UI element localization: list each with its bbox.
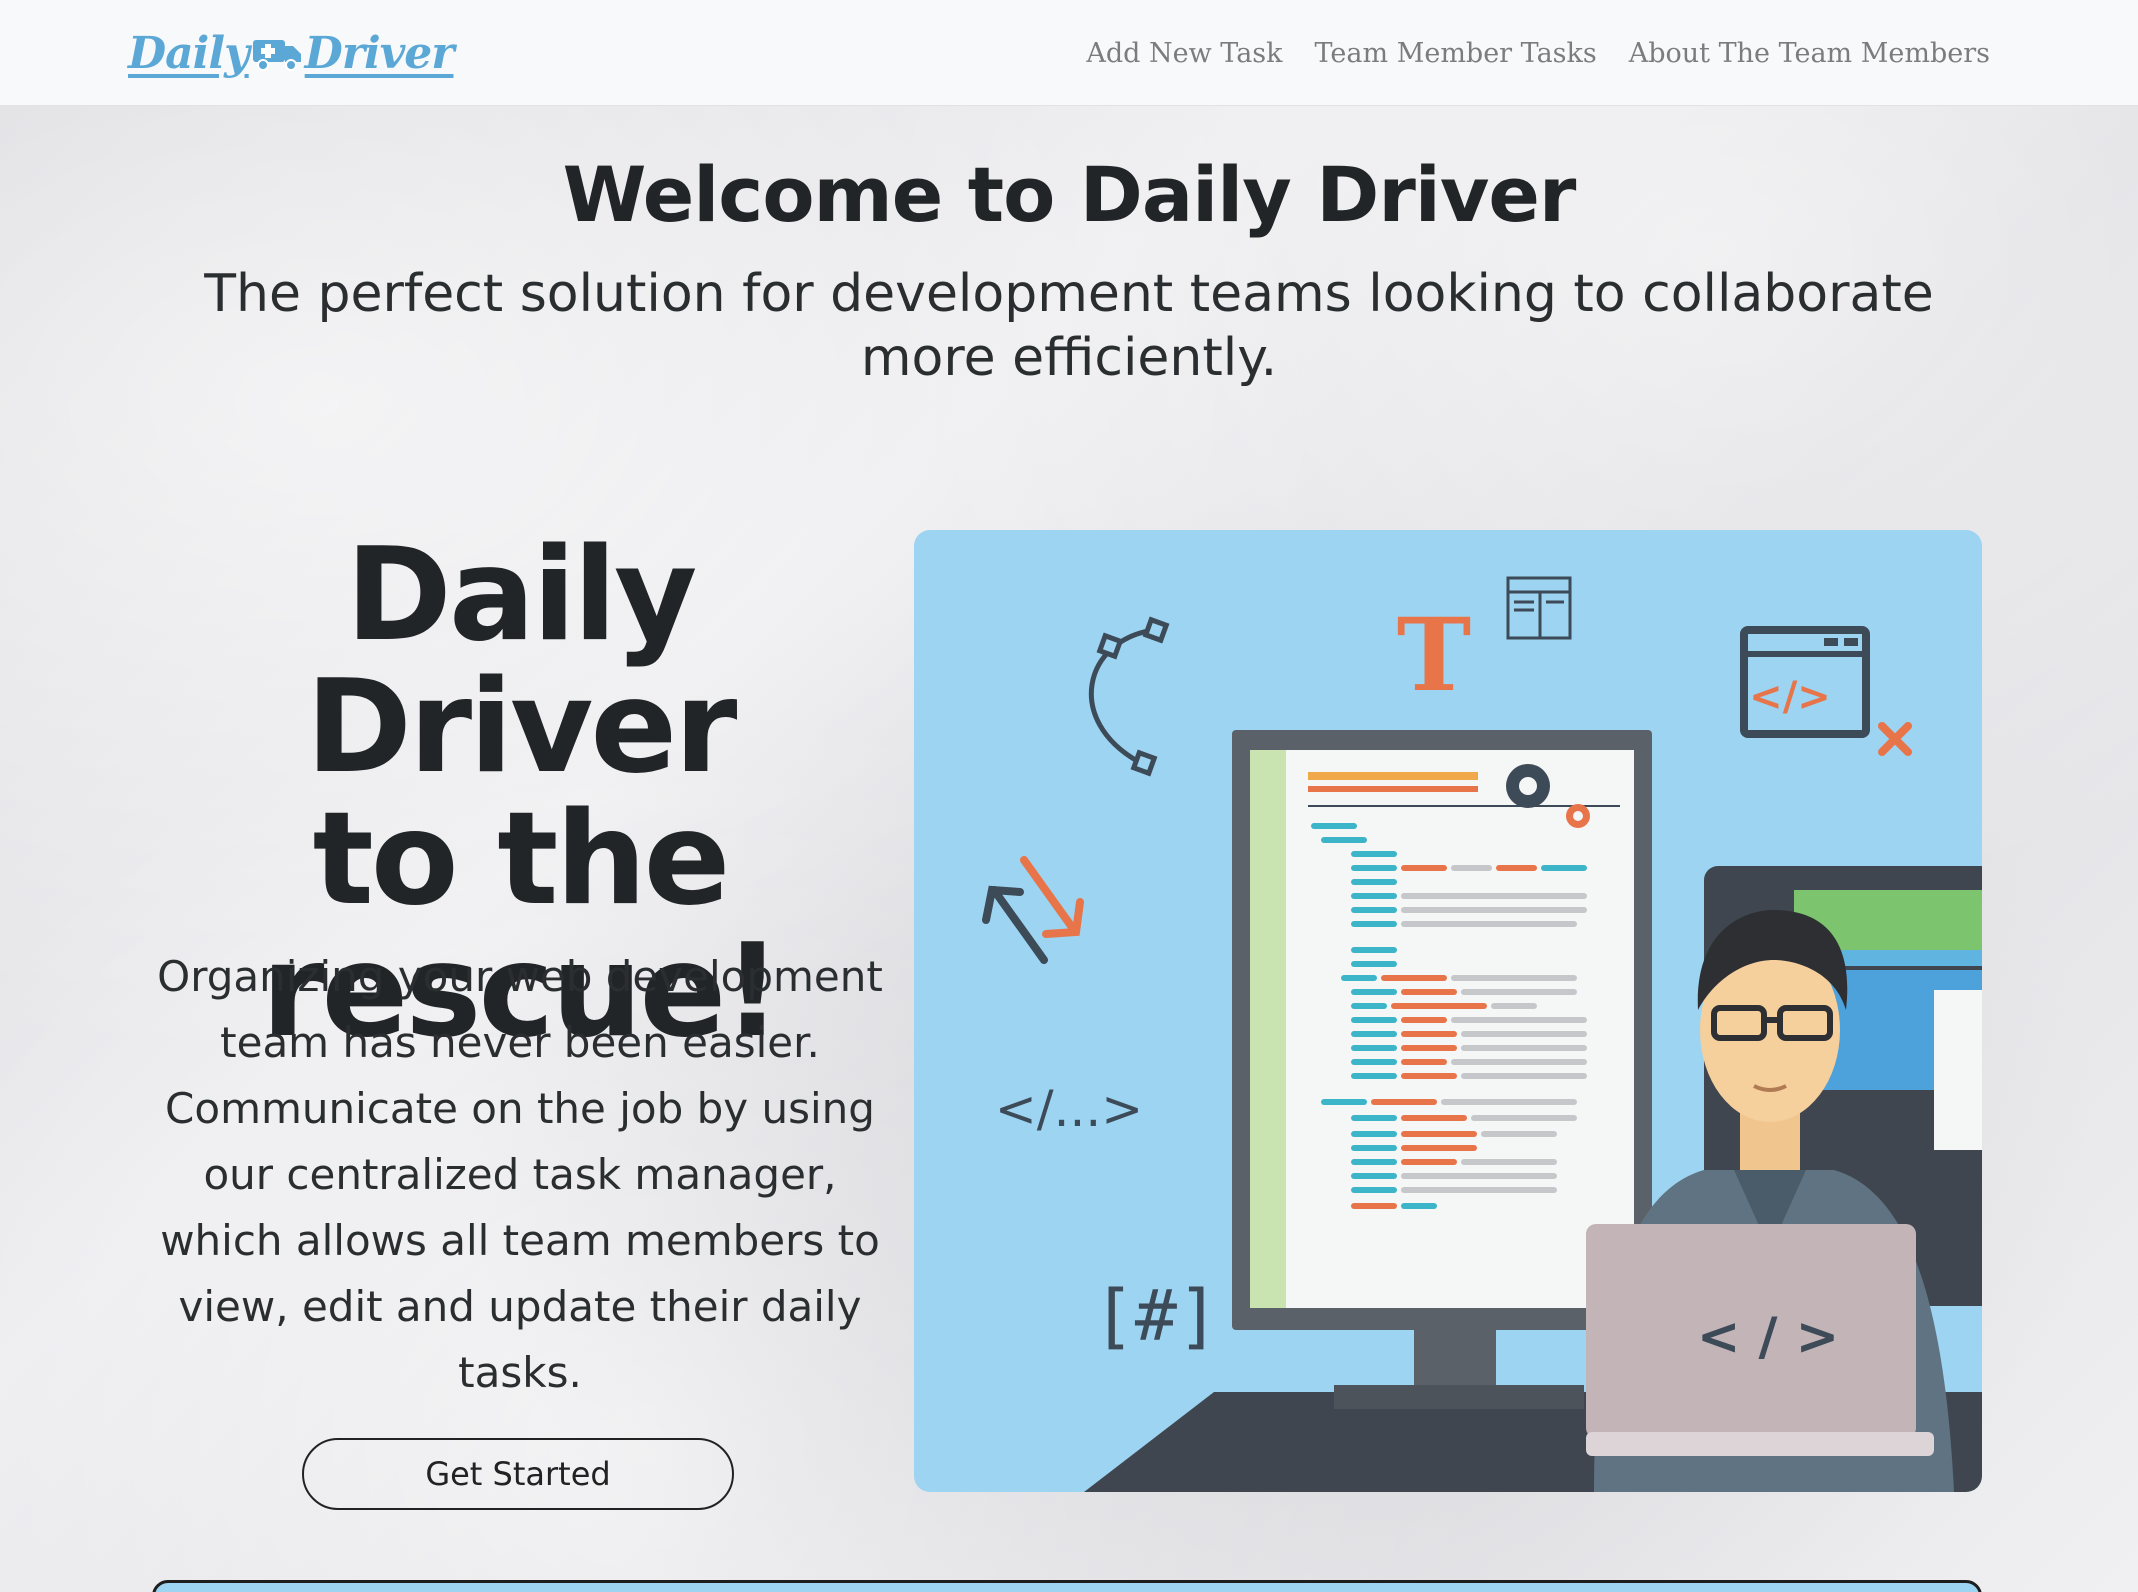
top-navbar: Daily Driver Add New Task Team Member Ta… bbox=[0, 0, 2138, 106]
code-tag-icon: </...> bbox=[995, 1080, 1143, 1138]
nav-link-add-new-task[interactable]: Add New Task bbox=[1086, 38, 1282, 69]
nav-link-about-team-members[interactable]: About The Team Members bbox=[1629, 38, 1990, 69]
feature-headline-line-1: Daily Driver bbox=[305, 521, 738, 802]
transfer-arrows-icon bbox=[982, 856, 1084, 964]
layout-icon bbox=[1506, 576, 1572, 640]
brand-logo[interactable]: Daily Driver bbox=[128, 22, 455, 84]
feature-headline-line-2: to the bbox=[312, 785, 731, 934]
nav-link-team-member-tasks[interactable]: Team Member Tasks bbox=[1315, 38, 1597, 69]
brand-word-daily: Daily bbox=[128, 27, 250, 79]
welcome-subtitle: The perfect solution for development tea… bbox=[204, 264, 1934, 388]
get-started-button[interactable]: Get Started bbox=[302, 1438, 734, 1510]
nav-links: Add New Task Team Member Tasks About The… bbox=[1086, 0, 1990, 106]
ambulance-icon bbox=[252, 40, 301, 71]
type-letter-icon: T bbox=[1397, 596, 1471, 714]
welcome-title: Welcome to Daily Driver bbox=[562, 150, 1577, 239]
browser-code-icon: </> bbox=[1740, 626, 1912, 756]
laptop: < / > bbox=[1586, 1224, 1934, 1456]
brand-word-driver: Driver bbox=[304, 27, 455, 79]
laptop-code-text: < / > bbox=[1697, 1307, 1839, 1367]
bezier-curve-icon bbox=[1088, 616, 1170, 777]
next-section-card bbox=[152, 1580, 1982, 1592]
hash-bracket-icon: [#] bbox=[1093, 1275, 1219, 1357]
monitor-base bbox=[1334, 1385, 1584, 1409]
feature-description: Organizing your web development team has… bbox=[157, 952, 883, 1397]
developer-illustration: T </> </...> [#] < / > bbox=[914, 530, 1982, 1492]
developer-at-computer-illustration: T </> </...> [#] < / > bbox=[982, 576, 1982, 1492]
window-code-text: </> bbox=[1749, 674, 1831, 720]
